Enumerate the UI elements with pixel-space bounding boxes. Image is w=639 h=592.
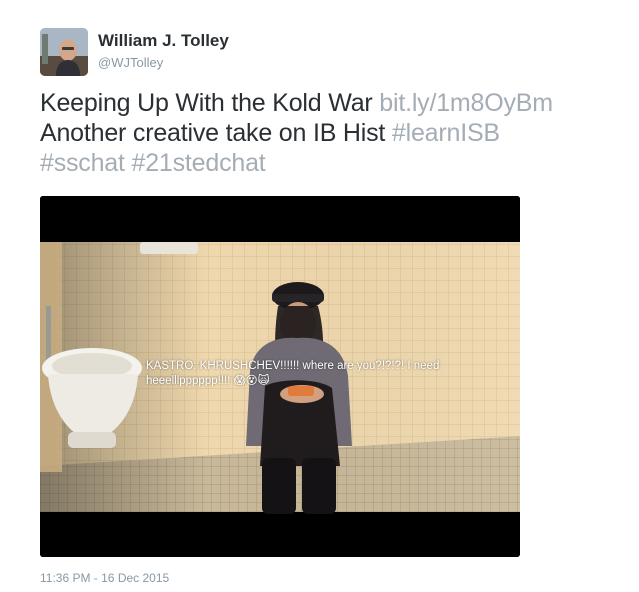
tweet-link[interactable]: bit.ly/1m8OyBm [379, 89, 553, 117]
tweet-text-line1: Keeping Up With the Kold War [40, 89, 380, 117]
avatar[interactable] [40, 28, 88, 76]
video-player[interactable]: KASTRO: KHRUSHCHEV!!!!!! where are you?!… [40, 196, 520, 557]
author-handle[interactable]: @WJTolley [98, 55, 163, 70]
tweet-text-line2: Another creative take on IB Hist [40, 119, 392, 147]
hashtag-learnisb[interactable]: #learnISB [392, 119, 500, 147]
hashtag-sschat[interactable]: #sschat [40, 149, 125, 177]
avatar-photo [40, 28, 88, 76]
author-name[interactable]: William J. Tolley [98, 31, 229, 51]
hashtag-21stedchat[interactable]: #21stedchat [132, 149, 266, 177]
tweet-timestamp[interactable]: 11:36 PM - 16 Dec 2015 [40, 571, 169, 585]
video-caption: KASTRO: KHRUSHCHEV!!!!!! where are you?!… [146, 360, 440, 387]
tweet-card: William J. Tolley @WJTolley Keeping Up W… [0, 0, 639, 592]
tweet-text: Keeping Up With the Kold War bit.ly/1m8O… [40, 88, 610, 178]
